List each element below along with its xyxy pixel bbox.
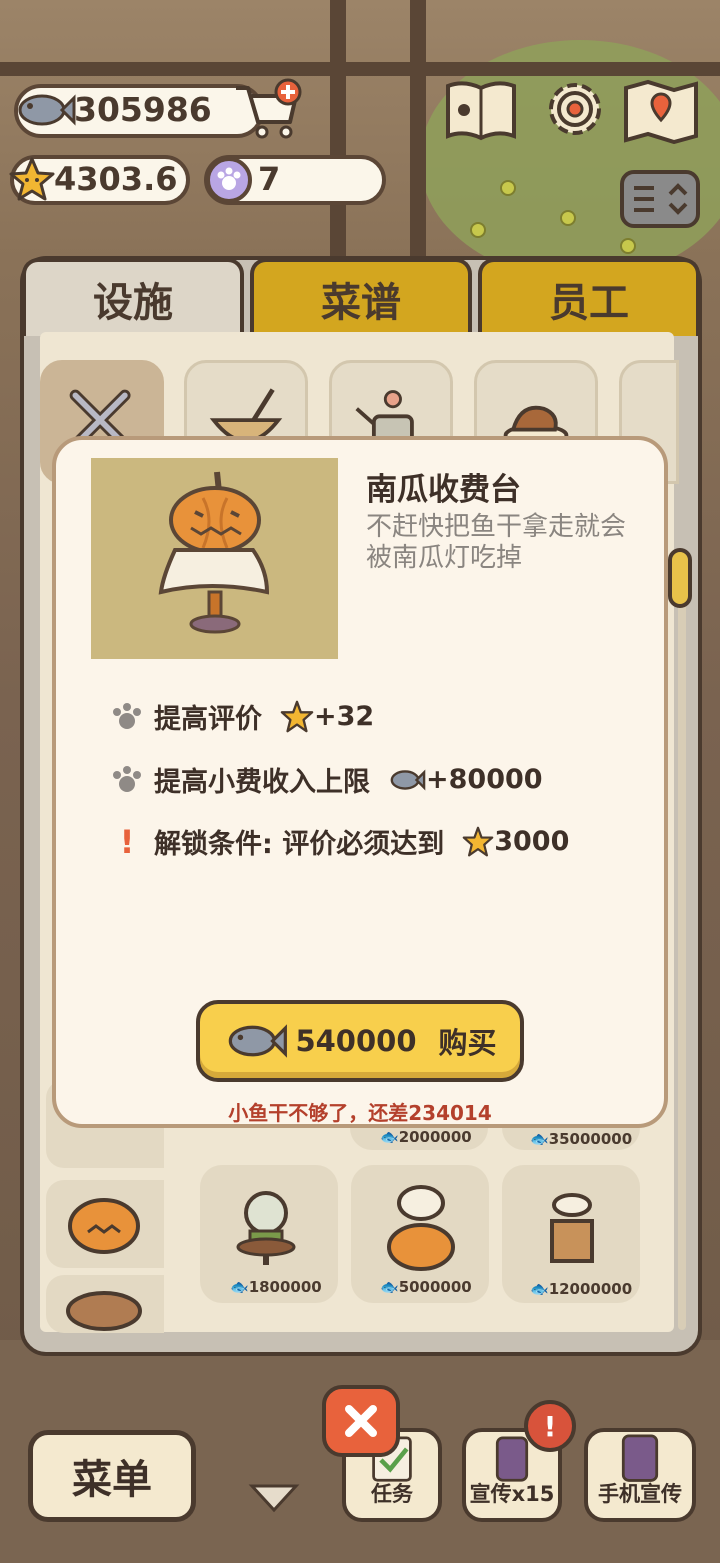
unlock-label: 解锁条件: 评价必须达到 [154, 829, 445, 860]
stat-value: +80000 [426, 764, 543, 795]
wooden-beam [0, 62, 720, 76]
tab-staff[interactable]: 员工 [478, 258, 700, 336]
berry-decoration [500, 180, 516, 196]
berry-decoration [560, 210, 576, 226]
phone-promote-label: 手机宣传 [598, 1482, 682, 1506]
item-price: 🐟35000000 [530, 1130, 633, 1148]
paw-token-amount: 7 [258, 160, 281, 198]
pumpkin-counter-icon [158, 471, 270, 634]
stat-tip-limit-bonus: 提高小费收入上限 +80000 [100, 760, 543, 799]
fish-icon: 🐟 [530, 1280, 549, 1298]
side-toggle-button[interactable] [620, 170, 700, 228]
fish-icon: 🐟 [380, 1128, 399, 1146]
close-popup-button[interactable] [322, 1385, 400, 1457]
item-price: 🐟2000000 [380, 1128, 472, 1146]
tab-facilities[interactable]: 设施 [22, 258, 244, 336]
paw-icon [113, 702, 141, 729]
shop-scrollbar-thumb[interactable] [668, 548, 692, 608]
round-table-icon [66, 1291, 142, 1331]
item-title: 南瓜收费台 [366, 472, 521, 508]
item-price: 🐟5000000 [380, 1278, 472, 1296]
fish-icon [229, 1024, 288, 1058]
cat-book-icon[interactable] [442, 78, 520, 144]
list-item[interactable] [46, 1275, 164, 1333]
item-description: 不赶快把鱼干拿走就会被南瓜灯吃掉 [366, 512, 627, 573]
star-icon [462, 826, 494, 856]
buy-price: 540000 [295, 1024, 417, 1058]
gear-icon[interactable] [536, 76, 614, 142]
buy-label: 购买 [438, 1026, 497, 1060]
star-icon [280, 700, 314, 732]
tab-recipes[interactable]: 菜谱 [250, 258, 472, 336]
berry-decoration [470, 222, 486, 238]
chevron-down-icon[interactable] [248, 1480, 300, 1516]
fish-icon [390, 769, 426, 790]
fish-icon [18, 94, 76, 126]
paw-token-icon [206, 157, 252, 203]
paw-icon [113, 765, 141, 792]
fish-icon: 🐟 [380, 1278, 399, 1296]
star-icon [9, 157, 55, 201]
berry-decoration [620, 238, 636, 254]
rating-amount: 4303.6 [54, 160, 178, 198]
wooden-post [330, 0, 346, 260]
stat-value: +32 [314, 701, 375, 732]
item-price: 🐟12000000 [530, 1280, 633, 1298]
tasks-label: 任务 [371, 1482, 413, 1506]
add-fish-cart-button[interactable] [232, 78, 304, 142]
unlock-value: 3000 [494, 826, 570, 857]
map-icon[interactable] [622, 78, 700, 144]
fish-icon: 🐟 [530, 1130, 549, 1148]
wooden-post [410, 0, 426, 260]
menu-button[interactable]: 菜单 [28, 1430, 196, 1522]
pumpkin-icon [68, 1198, 140, 1254]
stat-label: 提高小费收入上限 [154, 767, 370, 798]
insufficient-funds-warning: 小鱼干不够了，还差234014 [228, 1101, 492, 1125]
item-price: 🐟1800000 [230, 1278, 322, 1296]
exclamation-icon: ! [119, 822, 135, 861]
alert-badge-icon: ! [524, 1400, 576, 1452]
stat-rating-bonus: 提高评价 +32 [100, 697, 374, 736]
promote-label: 宣传x15 [469, 1482, 555, 1506]
shop-scrollbar-track[interactable] [678, 560, 686, 1330]
list-item[interactable] [46, 1180, 164, 1268]
buy-button[interactable]: 540000 购买 [196, 1000, 524, 1082]
phone-promote-button[interactable]: 手机宣传 [584, 1428, 696, 1522]
fish-amount: 305986 [74, 90, 212, 129]
close-icon [345, 1405, 377, 1437]
stat-label: 提高评价 [154, 704, 262, 735]
unlock-condition: ! 解锁条件: 评价必须达到 3000 [100, 822, 570, 861]
fish-icon: 🐟 [230, 1278, 249, 1296]
item-preview-image [91, 458, 338, 659]
